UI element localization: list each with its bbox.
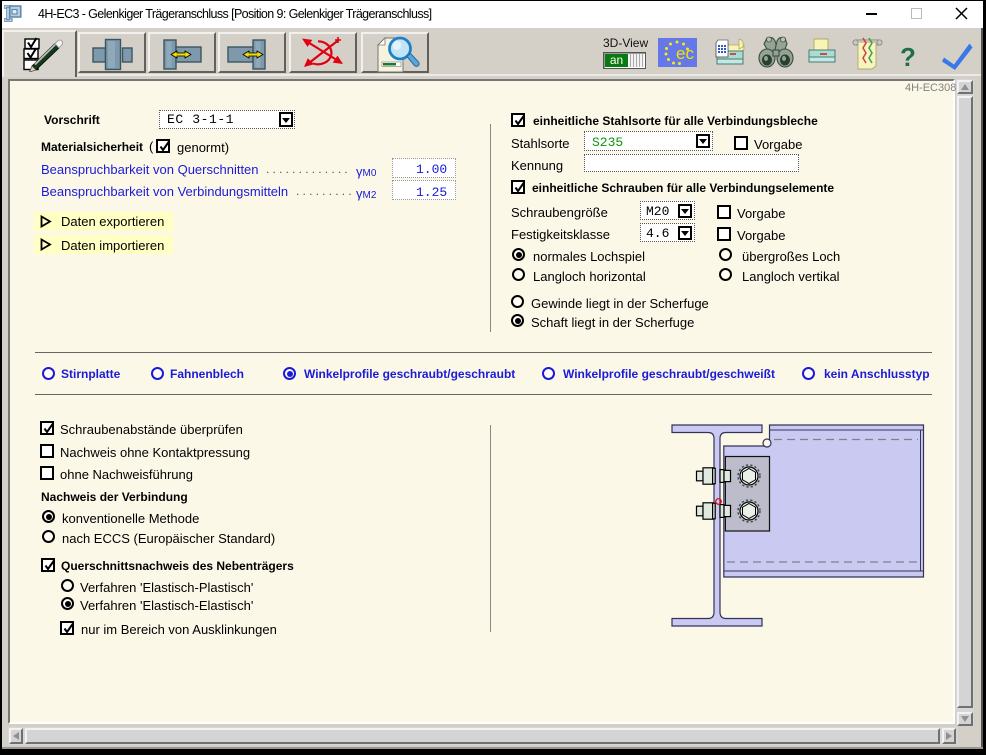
svg-text:ec: ec [676,44,694,63]
